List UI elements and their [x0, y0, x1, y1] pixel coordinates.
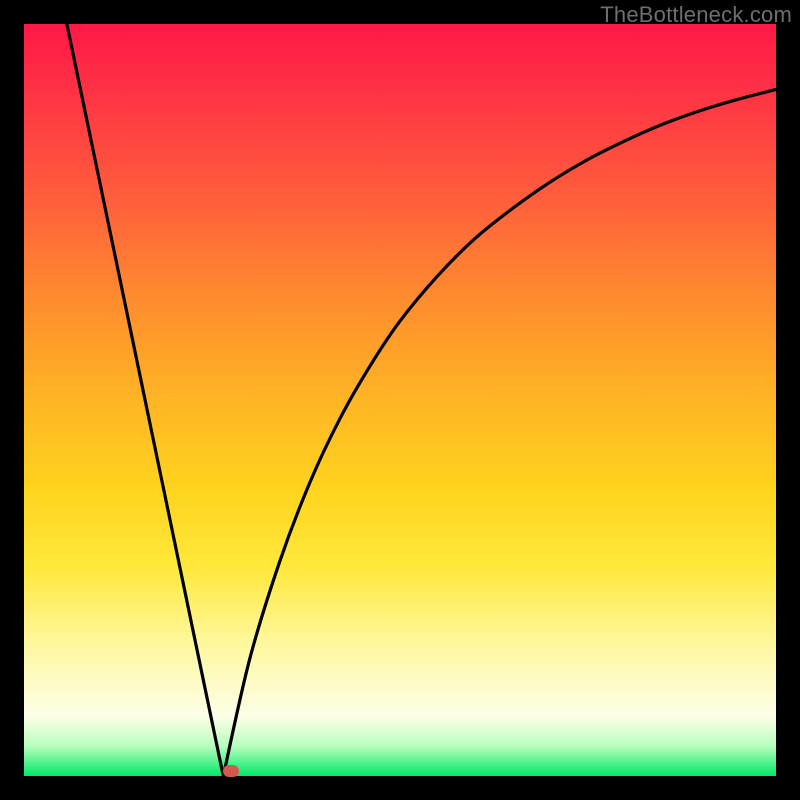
plot-area [24, 24, 776, 776]
minimum-marker [223, 765, 239, 777]
watermark-text: TheBottleneck.com [600, 2, 792, 28]
chart-frame: TheBottleneck.com [0, 0, 800, 800]
bottleneck-curve [24, 24, 776, 776]
